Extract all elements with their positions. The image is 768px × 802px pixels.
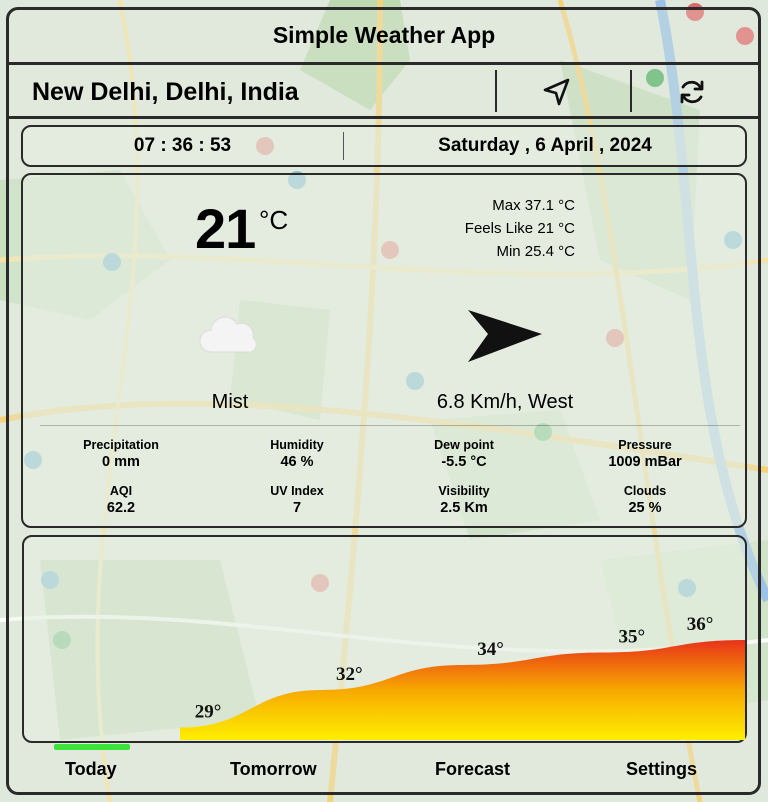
weather-condition: Mist	[211, 391, 249, 413]
metric-value: 2.5 Km	[440, 500, 488, 516]
header-divider	[9, 62, 759, 65]
metric-value: -5.5 °C	[441, 454, 487, 470]
current-weather-card	[21, 173, 747, 528]
tab-forecast[interactable]: Forecast	[435, 759, 510, 780]
min-temperature: Min 25.4 °C	[496, 243, 575, 260]
metric-aqi: AQI 62.2	[41, 484, 201, 516]
navigate-button[interactable]	[538, 74, 576, 110]
clock-divider	[343, 132, 344, 160]
metric-value: 62.2	[106, 500, 136, 516]
tab-today[interactable]: Today	[65, 759, 117, 780]
refresh-button[interactable]	[672, 74, 712, 110]
metric-label: Dew point	[434, 438, 494, 452]
metric-pressure: Pressure 1009 mBar	[565, 438, 725, 470]
location-name: New Delhi, Delhi, India	[32, 78, 299, 106]
hourly-temperature-card	[22, 535, 747, 743]
metric-label: UV Index	[270, 484, 324, 498]
metric-label: Visibility	[438, 484, 490, 498]
metric-label: Pressure	[618, 438, 672, 452]
location-divider-right	[630, 70, 632, 112]
metric-visibility: Visibility 2.5 Km	[384, 484, 544, 516]
details-divider	[40, 425, 740, 426]
tab-tomorrow[interactable]: Tomorrow	[230, 759, 317, 780]
metric-uv-index: UV Index 7	[217, 484, 377, 516]
temperature-unit: °C	[259, 205, 289, 235]
app-title: Simple Weather App	[272, 22, 496, 48]
metric-value: 46 %	[280, 454, 314, 470]
metric-label: Clouds	[623, 484, 667, 498]
metric-value: 25 %	[628, 500, 662, 516]
current-time: 07 : 36 : 53	[133, 135, 232, 156]
temperature-value: 21	[195, 197, 256, 260]
metric-value: 7	[292, 500, 302, 516]
metric-label: Humidity	[270, 438, 324, 452]
wind-speed-direction: 6.8 Km/h, West	[436, 391, 574, 413]
metric-dew-point: Dew point -5.5 °C	[384, 438, 544, 470]
active-tab-indicator	[54, 744, 130, 750]
metric-value: 1009 mBar	[608, 454, 682, 470]
metric-label: AQI	[109, 484, 133, 498]
max-temperature: Max 37.1 °C	[492, 197, 575, 214]
metric-precipitation: Precipitation 0 mm	[41, 438, 201, 470]
refresh-icon	[680, 80, 704, 104]
metric-humidity: Humidity 46 %	[217, 438, 377, 470]
location-divider	[9, 116, 759, 119]
wind-direction-arrow-icon	[468, 310, 542, 362]
feels-like-temperature: Feels Like 21 °C	[464, 220, 575, 237]
location-divider-left	[495, 70, 497, 112]
current-date: Saturday , 6 April , 2024	[438, 135, 652, 156]
metric-value: 0 mm	[102, 454, 140, 470]
navigation-arrow-icon	[543, 78, 570, 106]
metric-clouds: Clouds 25 %	[565, 484, 725, 516]
tab-settings[interactable]: Settings	[626, 759, 697, 780]
metric-label: Precipitation	[83, 438, 159, 452]
cloud-icon	[199, 316, 257, 353]
